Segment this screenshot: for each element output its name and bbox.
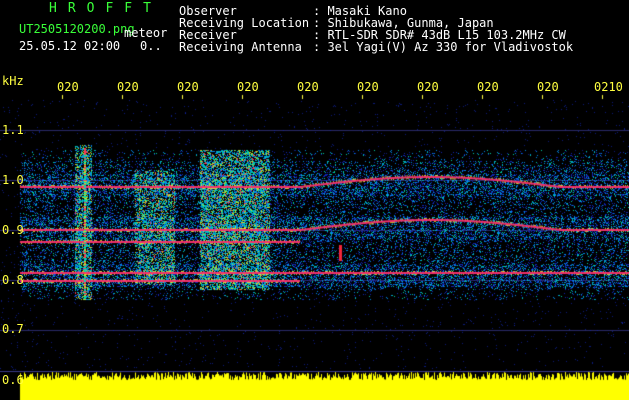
x-tick-label: 020 <box>297 80 319 94</box>
y-tick-label: 0.6 <box>2 373 24 387</box>
hrofft-window: HROFFT UT2505120200.png meteor 25.05.12 … <box>0 0 629 400</box>
x-tick-label: 020 <box>57 80 79 94</box>
x-tick-label: 020 <box>117 80 139 94</box>
counter-value: 0.. <box>140 39 162 53</box>
x-tick-label: 020 <box>537 80 559 94</box>
info-label-antenna: Receiving Antenna <box>179 40 302 54</box>
x-tick-label: 020 <box>237 80 259 94</box>
y-tick-label: 0.7 <box>2 322 24 336</box>
x-tick-label: 0210 <box>594 80 623 94</box>
x-tick-label: 020 <box>477 80 499 94</box>
x-tick-label: 020 <box>357 80 379 94</box>
info-value-antenna: : 3el Yagi(V) Az 330 for Vladivostok <box>313 40 574 54</box>
y-tick-label: 0.9 <box>2 223 24 237</box>
file-name: UT2505120200.png <box>19 22 135 36</box>
x-tick-label: 020 <box>177 80 199 94</box>
y-axis-unit: kHz <box>2 74 24 88</box>
mode-label: meteor <box>124 26 168 40</box>
hrofft-logo: HROFFT <box>49 1 162 16</box>
y-tick-label: 1.0 <box>2 173 24 187</box>
spectrogram-canvas <box>0 0 629 400</box>
date-time: 25.05.12 02:00 <box>19 39 121 53</box>
x-tick-label: 020 <box>417 80 439 94</box>
y-tick-label: 1.1 <box>2 123 24 137</box>
y-tick-label: 0.8 <box>2 273 24 287</box>
